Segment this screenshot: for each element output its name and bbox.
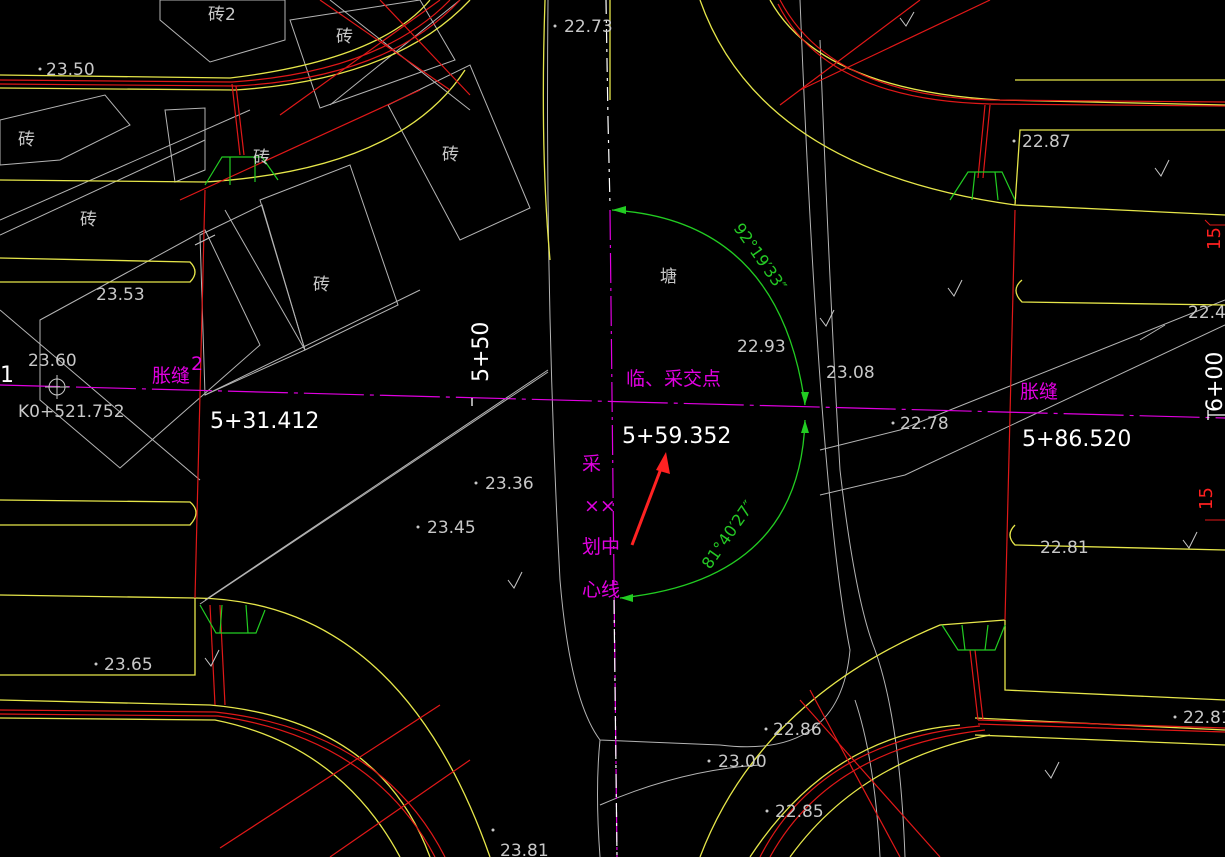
survey-point-icon <box>45 375 69 399</box>
pond-label: 塘 <box>660 267 677 287</box>
elevation-label: 22.78 <box>900 414 949 434</box>
station-left-label: 5+31.412 <box>210 409 319 434</box>
elevation-label: 23.45 <box>427 518 476 538</box>
angle-upper-label: 92°19′33″ <box>730 219 791 294</box>
brick-label: 砖2 <box>208 5 236 25</box>
elevation-label: 23.60 <box>28 351 77 371</box>
side-mark-label: 15 <box>1204 227 1225 250</box>
station-right-label: 5+86.520 <box>1022 427 1131 452</box>
elevation-label: 22.86 <box>773 720 822 740</box>
brick-label: 砖 <box>442 145 459 165</box>
elevation-label: 22.81 <box>1040 538 1089 558</box>
brick-label: 砖 <box>18 130 35 150</box>
side-mark-label: 15 <box>1196 487 1217 510</box>
elevation-label: 22.4 <box>1188 303 1225 323</box>
elevation-label: 22.81 <box>1183 708 1225 728</box>
tick-550-label: 5+50 <box>469 322 494 382</box>
brick-labels: 砖2 砖 砖 砖 砖 砖 砖 <box>18 5 459 295</box>
left-partial-label: 1 <box>0 363 14 388</box>
elevation-label: 22.93 <box>737 337 786 357</box>
kp-label: K0+521.752 <box>18 402 125 422</box>
brick-label: 砖 <box>336 27 353 47</box>
small-2-label: 2 <box>191 353 203 375</box>
centerline-text-4: 心线 <box>582 579 620 601</box>
cad-drawing-canvas[interactable]: 5+31.412 5+59.352 5+86.520 K0+521.752 5+… <box>0 0 1225 857</box>
elevation-label: 23.08 <box>826 363 875 383</box>
curb-inlets <box>199 156 1016 651</box>
elevation-label: 22.85 <box>775 802 824 822</box>
elevation-label: 23.53 <box>96 285 145 305</box>
centerline-text-1: 采 <box>582 453 601 475</box>
brick-label: 砖 <box>313 275 330 295</box>
brick-label: 砖 <box>80 210 97 230</box>
elevation-label: 23.00 <box>718 752 767 772</box>
elevation-label: 23.36 <box>485 474 534 494</box>
red-pointer-arrow <box>630 452 670 546</box>
annotation-labels: 胀缝 胀缝 临、采交点 采 ×× 划中 心线 塘 2 <box>152 267 1058 601</box>
elevation-label: 23.50 <box>46 60 95 80</box>
intersection-label: 临、采交点 <box>626 368 721 390</box>
elevation-label: 22.73 <box>564 17 613 37</box>
brick-label: 砖 <box>253 148 270 168</box>
centerline-text-3: 划中 <box>582 536 620 558</box>
tick-600-label: 6+00 <box>1203 352 1225 412</box>
elevation-label: 23.65 <box>104 655 153 675</box>
expansion-joint-right: 胀缝 <box>1020 381 1058 403</box>
expansion-joint-left: 胀缝 <box>152 365 190 387</box>
station-center-label: 5+59.352 <box>622 424 731 449</box>
elevation-label: 23.81 <box>500 841 549 857</box>
elevation-label: 22.87 <box>1022 132 1071 152</box>
angle-lower-label: 81°40′27″ <box>698 497 759 572</box>
centerline-text-2: ×× <box>584 495 616 517</box>
